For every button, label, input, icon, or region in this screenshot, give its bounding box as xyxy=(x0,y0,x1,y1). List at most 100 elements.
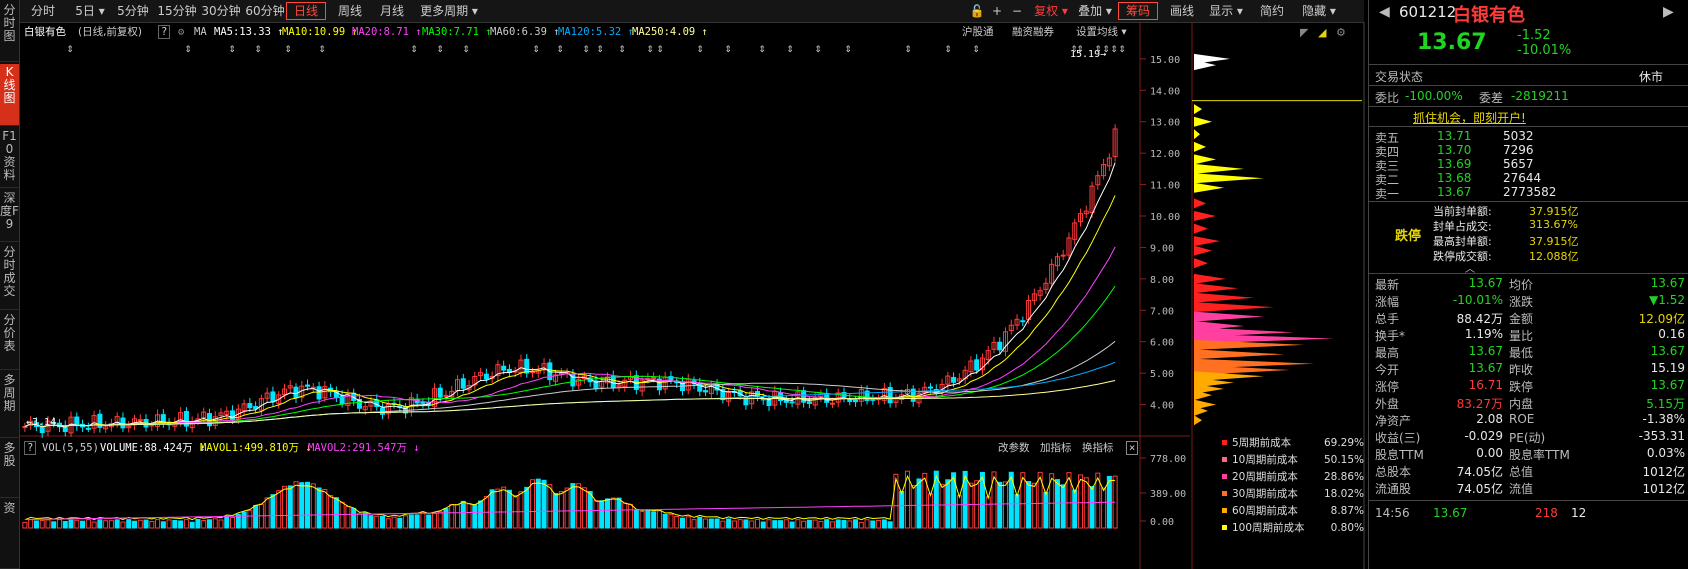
volume-bar xyxy=(731,520,737,529)
volume-bar xyxy=(166,519,172,529)
forward-arrow-icon[interactable]: ▶ xyxy=(1663,4,1674,20)
candle-body xyxy=(1020,320,1026,323)
volume-bar xyxy=(356,513,362,529)
price-tick-label: 13.00 xyxy=(1150,118,1180,129)
ask-level-label: 卖一 xyxy=(1375,187,1400,201)
ask-price: 13.70 xyxy=(1437,143,1472,157)
volume-bar xyxy=(656,510,662,529)
stat-value: 5.15万 xyxy=(1646,397,1685,411)
volume-bar xyxy=(737,519,743,529)
volume-bar xyxy=(795,519,801,529)
ma-line xyxy=(24,285,1116,428)
chip-bar xyxy=(1194,116,1212,127)
volume-bar xyxy=(668,513,674,529)
chip-bar xyxy=(1194,311,1264,322)
volume-bar xyxy=(714,518,720,529)
chip-legend-label: 20周期前成本 xyxy=(1232,471,1298,483)
volume-bar xyxy=(835,519,841,529)
volume-bar xyxy=(339,501,345,529)
candle-body xyxy=(149,424,155,427)
limit-info-value: 313.67% xyxy=(1529,218,1578,231)
ask-volume: 27644 xyxy=(1503,171,1542,185)
volume-bar xyxy=(449,504,455,529)
volume-bar xyxy=(806,519,812,529)
volume-bar xyxy=(39,519,45,529)
candle-body xyxy=(870,398,876,401)
chip-cost-legend: 5周期前成本 69.29% 10周期前成本 50.15% 20周期前成本 28.86% 30… xyxy=(1222,435,1366,569)
price-tick-label: 8.00 xyxy=(1150,275,1174,286)
volume-bar xyxy=(697,516,703,529)
volume-bar xyxy=(997,481,1003,529)
volume-bar xyxy=(391,516,397,529)
volume-bar xyxy=(74,519,80,529)
chip-bar xyxy=(1194,163,1244,174)
stat-label: 最新 xyxy=(1375,278,1400,292)
volume-bar xyxy=(524,486,530,529)
volume-bar xyxy=(276,490,282,529)
tick-price: 13.67 xyxy=(1433,506,1468,520)
volume-bar xyxy=(558,491,564,529)
volume-bar xyxy=(1060,484,1066,529)
volume-bar xyxy=(766,519,772,529)
event-marker-icon: ⇕ xyxy=(814,45,822,55)
candle-body xyxy=(806,401,812,404)
volume-bar xyxy=(137,519,143,529)
volume-bar xyxy=(403,515,409,529)
price-tick-label: 11.00 xyxy=(1150,181,1180,192)
ask-price: 13.71 xyxy=(1437,129,1472,143)
chip-legend-label: 60周期前成本 xyxy=(1232,505,1298,517)
volume-bar xyxy=(437,511,443,529)
limit-info-value: 37.915亿 xyxy=(1529,235,1579,248)
stat-value: -10.01% xyxy=(1452,293,1503,307)
volume-bar xyxy=(581,487,587,529)
volume-bar xyxy=(1031,482,1037,529)
tick-volume: 218 xyxy=(1535,506,1558,520)
chip-bar xyxy=(1194,198,1206,209)
volume-bar xyxy=(818,520,824,529)
volume-tick-label: 0.00 xyxy=(1150,517,1174,528)
volume-bar xyxy=(345,505,351,529)
candle-body xyxy=(420,401,426,404)
chip-legend-row: 30周期前成本 18.02% xyxy=(1222,486,1366,502)
stock-name: 白银有色 xyxy=(1453,5,1525,26)
volume-bar xyxy=(645,509,651,529)
volume-bar xyxy=(224,516,230,529)
volume-bar xyxy=(651,511,657,529)
volume-bar xyxy=(587,491,593,529)
stat-label: 收益(三) xyxy=(1375,431,1421,445)
volume-bar xyxy=(899,491,905,529)
ask-price: 13.67 xyxy=(1437,185,1472,199)
open-account-banner[interactable]: 抓住机会，即刻开户! xyxy=(1413,109,1526,126)
chip-bar xyxy=(1194,236,1220,247)
candle-body xyxy=(137,419,143,422)
volume-bar xyxy=(783,519,789,529)
volume-bar xyxy=(241,511,247,529)
tick-count: 12 xyxy=(1571,506,1587,520)
stat-label: ROE xyxy=(1509,412,1535,426)
stock-code: 601212 xyxy=(1399,3,1457,21)
volume-bar xyxy=(628,503,634,529)
event-marker-icon: ⇕ xyxy=(532,45,540,55)
event-marker-icon: ⇕ xyxy=(228,45,236,55)
candle-body xyxy=(270,391,276,403)
volume-bar xyxy=(230,516,236,529)
chip-legend-pct: 69.29% xyxy=(1323,437,1364,449)
volume-bar xyxy=(576,483,582,529)
chip-legend-label: 30周期前成本 xyxy=(1232,488,1298,500)
volume-bar xyxy=(616,497,622,529)
volume-bar xyxy=(812,519,818,529)
volume-bar xyxy=(160,521,166,529)
volume-bar xyxy=(131,520,138,529)
trade-status-label: 交易状态 xyxy=(1375,70,1424,84)
limit-info-label: 最高封单额: xyxy=(1433,235,1492,248)
chip-legend-label: 5周期前成本 xyxy=(1232,437,1292,449)
volume-bar xyxy=(155,519,161,529)
volume-bar xyxy=(460,500,466,529)
back-arrow-icon[interactable]: ◀ xyxy=(1379,4,1390,20)
stat-value: 83.27万 xyxy=(1456,397,1503,411)
stat-label: 总股本 xyxy=(1375,465,1412,479)
stat-value: 13.67 xyxy=(1650,378,1685,392)
stat-value: 13.67 xyxy=(1468,344,1503,358)
chip-bar xyxy=(1194,415,1202,426)
kline-chart[interactable]: 15.00 14.00 13.00 12.00 11.00 10.00 9.00 8.00 7.… xyxy=(0,0,1368,569)
